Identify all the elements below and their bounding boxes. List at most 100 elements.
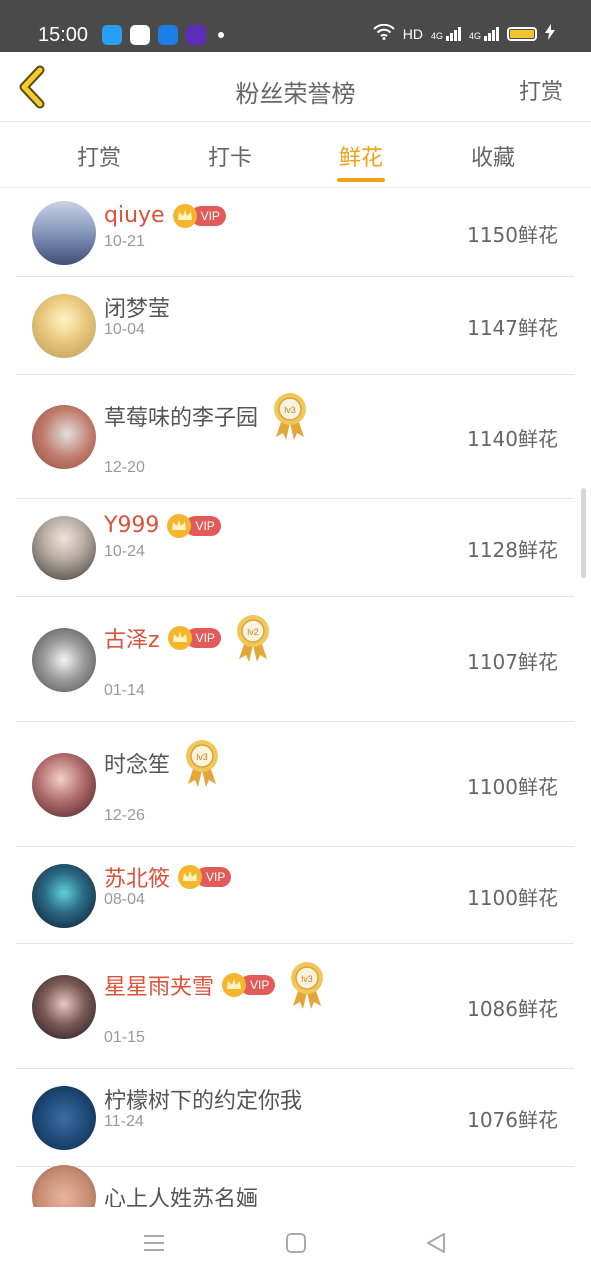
- avatar[interactable]: [32, 1086, 96, 1150]
- notification-icons: [102, 25, 224, 45]
- avatar[interactable]: [32, 201, 96, 265]
- crown-icon: [167, 513, 192, 538]
- fan-name[interactable]: 闭梦莹: [104, 291, 170, 323]
- fan-row[interactable]: 星星雨夹雪 VIP lv3 01-15 1086鲜花: [16, 944, 574, 1069]
- crown-icon: [167, 626, 192, 650]
- fan-name[interactable]: 柠檬树下的约定你我: [104, 1083, 302, 1115]
- signal-icon-1: 4G: [430, 26, 461, 41]
- fan-date: 12-26: [104, 807, 145, 824]
- fan-row[interactable]: 心上人姓苏名婳: [16, 1165, 574, 1207]
- fan-date: 10-24: [104, 543, 145, 560]
- avatar[interactable]: [32, 628, 96, 692]
- more-notifications-icon: [218, 32, 224, 38]
- fan-row[interactable]: 古泽z VIP lv2 01-14 1107鲜花: [16, 597, 574, 722]
- fan-name[interactable]: Y999: [104, 513, 159, 538]
- menu-nav-button[interactable]: [142, 1231, 166, 1255]
- signal-1-label: 4G: [430, 30, 443, 41]
- flower-amount: 1140鲜花: [467, 427, 558, 451]
- level-medal-icon: lv3: [289, 960, 325, 1010]
- avatar[interactable]: [32, 294, 96, 358]
- name-line: qiuye VIP: [104, 203, 226, 228]
- name-line: 苏北筱 VIP: [104, 861, 232, 893]
- crown-icon: [222, 973, 247, 997]
- fan-row[interactable]: 时念笙 lv3 12-26 1100鲜花: [16, 722, 574, 847]
- fan-name[interactable]: 古泽z: [104, 622, 160, 654]
- fan-row[interactable]: 草莓味的李子园 lv3 12-20 1140鲜花: [16, 375, 574, 499]
- fan-name[interactable]: 星星雨夹雪: [104, 969, 214, 1001]
- vip-badge: VIP: [167, 626, 221, 650]
- fan-date: 10-04: [104, 321, 145, 338]
- flower-amount: 1076鲜花: [467, 1108, 558, 1132]
- browser-icon: [158, 25, 178, 45]
- fan-row[interactable]: 苏北筱 VIP 08-04 1100鲜花: [16, 847, 574, 944]
- vip-badge: VIP: [178, 865, 232, 889]
- menu-icon: [144, 1235, 164, 1251]
- svg-text:lv3: lv3: [284, 405, 296, 415]
- svg-text:lv3: lv3: [302, 974, 314, 984]
- name-line: 星星雨夹雪 VIP lv3: [104, 960, 325, 1010]
- reward-button[interactable]: 打赏: [519, 74, 563, 106]
- system-nav-bar: [0, 1207, 591, 1280]
- crown-icon: [172, 203, 197, 228]
- fan-row[interactable]: 闭梦莹 10-04 1147鲜花: [16, 277, 574, 375]
- tab-checkin[interactable]: 打卡: [180, 140, 280, 172]
- active-tab-indicator: [337, 178, 385, 182]
- flower-amount: 1147鲜花: [467, 316, 558, 340]
- fan-date: 08-04: [104, 891, 145, 908]
- fan-name[interactable]: qiuye: [104, 203, 165, 228]
- fan-date: 01-15: [104, 1029, 145, 1046]
- fan-row[interactable]: 柠檬树下的约定你我 11-24 1076鲜花: [16, 1069, 574, 1167]
- home-nav-button[interactable]: [284, 1231, 308, 1255]
- fan-date: 11-24: [104, 1113, 144, 1130]
- tab-favorites[interactable]: 收藏: [443, 140, 543, 172]
- name-line: 闭梦莹: [104, 291, 170, 323]
- scrollbar[interactable]: [581, 488, 586, 578]
- name-line: 柠檬树下的约定你我: [104, 1083, 302, 1115]
- tab-flowers[interactable]: 鲜花: [311, 140, 411, 172]
- fan-date: 10-21: [104, 233, 145, 250]
- flower-amount: 1086鲜花: [467, 997, 558, 1021]
- flower-amount: 1100鲜花: [467, 886, 558, 910]
- avatar[interactable]: [32, 975, 96, 1039]
- wifi-icon: [373, 23, 395, 43]
- flower-amount: 1128鲜花: [467, 538, 558, 562]
- vip-badge: VIP: [167, 513, 221, 538]
- name-line: Y999 VIP: [104, 513, 221, 538]
- status-time: 15:00: [38, 24, 89, 46]
- app-header: 粉丝荣誉榜 打赏: [0, 52, 591, 122]
- vip-badge: VIP: [222, 973, 276, 997]
- page-title: 粉丝荣誉榜: [235, 80, 356, 108]
- battery-icon: [507, 26, 537, 41]
- name-line: 时念笙 lv3: [104, 738, 220, 788]
- fan-name[interactable]: 苏北筱: [104, 861, 170, 893]
- avatar[interactable]: [32, 864, 96, 928]
- fan-name[interactable]: 心上人姓苏名婳: [104, 1181, 258, 1207]
- level-medal-icon: lv2: [235, 613, 271, 663]
- charging-icon: [545, 24, 555, 43]
- status-bar: 15:00 HD 4G 4G: [0, 0, 591, 52]
- name-line: 古泽z VIP lv2: [104, 613, 271, 663]
- qq-icon: [102, 25, 122, 45]
- hd-label: HD: [402, 25, 423, 42]
- player-app-icon: [186, 25, 206, 45]
- avatar[interactable]: [32, 405, 96, 469]
- fan-row[interactable]: Y999 VIP 10-24 1128鲜花: [16, 499, 574, 597]
- tab-reward[interactable]: 打赏: [49, 140, 149, 172]
- fan-ranking-list[interactable]: qiuye VIP 10-21 1150鲜花闭梦莹 10-04 1147鲜花草莓味的李子园…: [16, 189, 574, 1207]
- fan-name[interactable]: 草莓味的李子园: [104, 400, 258, 432]
- avatar[interactable]: [32, 1165, 96, 1207]
- flower-amount: 1150鲜花: [467, 223, 558, 247]
- fan-row[interactable]: qiuye VIP 10-21 1150鲜花: [16, 189, 574, 277]
- avatar[interactable]: [32, 516, 96, 580]
- fan-date: 12-20: [104, 459, 145, 476]
- signal-2-label: 4G: [468, 30, 481, 41]
- fan-name[interactable]: 时念笙: [104, 747, 170, 779]
- vip-badge: VIP: [172, 203, 226, 228]
- back-nav-button[interactable]: [424, 1231, 448, 1255]
- avatar[interactable]: [32, 753, 96, 817]
- level-medal-icon: lv3: [184, 738, 220, 788]
- name-line: 心上人姓苏名婳: [104, 1181, 258, 1207]
- flower-amount: 1107鲜花: [467, 650, 558, 674]
- fan-date: 01-14: [104, 682, 145, 699]
- svg-text:lv2: lv2: [247, 627, 259, 637]
